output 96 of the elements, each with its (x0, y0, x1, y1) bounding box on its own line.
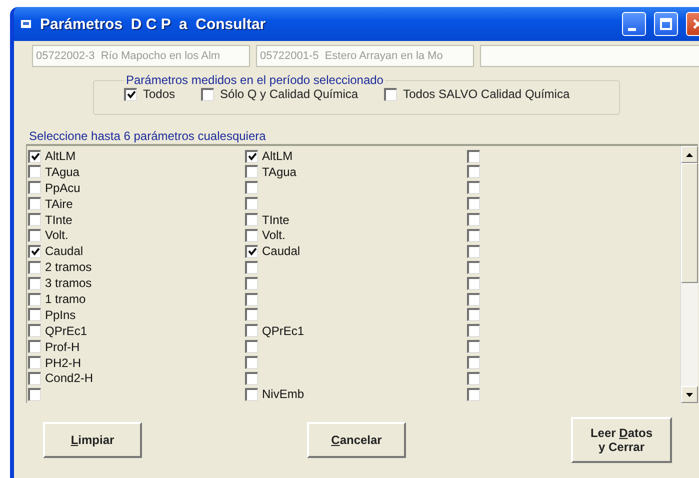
checkbox[interactable] (28, 356, 41, 370)
checkbox[interactable] (245, 165, 258, 178)
minimize-icon (628, 28, 636, 30)
parameter-label: TAgua (262, 164, 296, 179)
up-arrow-icon (686, 152, 693, 156)
checkbox[interactable] (467, 292, 480, 306)
parameter-label: TInte (45, 212, 72, 227)
parameter-label: QPrEc1 (262, 324, 304, 338)
checkbox[interactable] (28, 308, 41, 322)
checkbox[interactable] (467, 324, 480, 338)
parameter-label: NivEmb (262, 387, 304, 402)
checkbox[interactable] (467, 276, 480, 290)
checkbox[interactable] (245, 292, 258, 306)
parameter-label: 3 tramos (45, 276, 92, 290)
checkbox[interactable] (28, 276, 41, 290)
checkbox[interactable] (467, 372, 480, 385)
checkbox[interactable] (245, 213, 258, 226)
checkbox[interactable] (467, 181, 480, 194)
checkbox[interactable] (28, 197, 41, 210)
section-title: Seleccione hasta 6 parámetros cualesquiera (29, 129, 267, 143)
checkbox[interactable] (467, 228, 480, 242)
checkbox[interactable] (245, 260, 258, 274)
checkbox[interactable] (28, 340, 41, 354)
parameter-label: Caudal (262, 244, 300, 258)
checkbox[interactable] (245, 356, 258, 370)
checkbox[interactable] (28, 213, 41, 226)
down-arrow-icon (686, 392, 693, 396)
parameter-label: Cond2-H (45, 371, 94, 386)
checkbox[interactable] (28, 228, 41, 242)
check-icon (126, 90, 136, 99)
parameter-label: 1 tramo (45, 292, 86, 306)
checkbox[interactable] (245, 372, 258, 385)
check-icon (248, 247, 256, 256)
checkbox[interactable] (245, 276, 258, 290)
check-icon (248, 152, 256, 161)
checkbox[interactable] (28, 181, 41, 194)
scrollbar[interactable] (680, 146, 698, 403)
parameter-label: Volt. (262, 228, 286, 242)
check-icon (30, 152, 40, 161)
checkbox[interactable] (245, 324, 258, 338)
parameter-label: PpAcu (45, 180, 80, 195)
group-title: Parámetros medidos en el período seleccionado (125, 73, 384, 87)
checkbox[interactable] (28, 324, 41, 338)
option-label: Todos SALVO Calidad Química (403, 87, 570, 101)
parameter-label: Caudal (45, 244, 84, 258)
checkbox[interactable] (28, 244, 41, 258)
parameter-label: TInte (262, 212, 290, 227)
checkbox[interactable] (245, 228, 258, 242)
app-icon (20, 18, 32, 30)
checkbox[interactable] (124, 88, 137, 100)
checkbox[interactable] (28, 260, 41, 274)
dialog-button[interactable]: Limpiar (43, 422, 142, 458)
checkbox[interactable] (245, 197, 258, 210)
option-label: Todos (143, 87, 176, 101)
checkbox[interactable] (245, 244, 258, 258)
checkbox[interactable] (245, 150, 258, 162)
option-label: Sólo Q y Calidad Química (220, 87, 358, 101)
window-title: Parámetros D C P a Consultar (40, 16, 267, 32)
station-field[interactable] (480, 45, 699, 67)
checkbox[interactable] (467, 165, 480, 178)
checkbox[interactable] (245, 388, 258, 401)
checkbox[interactable] (467, 308, 480, 322)
checkbox[interactable] (28, 150, 41, 162)
parameter-label: Prof-H (45, 340, 80, 354)
dialog-button[interactable]: Leer Datos y Cerrar (571, 417, 672, 463)
checkbox[interactable] (467, 260, 480, 274)
check-icon (30, 247, 40, 256)
checkbox[interactable] (28, 372, 41, 385)
checkbox[interactable] (201, 88, 214, 100)
checkbox[interactable] (467, 340, 480, 354)
maximize-icon (660, 18, 672, 30)
checkbox[interactable] (467, 213, 480, 226)
parameter-label: AltLM (45, 149, 76, 163)
parameter-label: PpIns (45, 308, 76, 322)
checkbox[interactable] (467, 244, 480, 258)
parameter-label: TAgua (45, 164, 80, 179)
parameter-label: TAire (45, 196, 73, 211)
checkbox[interactable] (28, 165, 41, 178)
parameter-label: Volt. (45, 228, 68, 242)
checkbox[interactable] (384, 88, 398, 100)
checkbox[interactable] (245, 308, 258, 322)
checkbox[interactable] (467, 150, 480, 162)
checkbox[interactable] (28, 388, 41, 401)
parameter-label: AltLM (262, 149, 293, 163)
parameter-label: QPrEc1 (45, 324, 88, 338)
dialog-button[interactable]: Cancelar (307, 422, 406, 458)
checkbox[interactable] (245, 340, 258, 354)
checkbox[interactable] (28, 292, 41, 306)
checkbox[interactable] (467, 388, 480, 401)
checkbox[interactable] (467, 356, 480, 370)
maximize-button[interactable] (654, 12, 678, 36)
parameter-label: PH2-H (45, 356, 82, 370)
checkbox[interactable] (467, 197, 480, 210)
checkbox[interactable] (245, 181, 258, 194)
parameter-label: 2 tramos (45, 260, 92, 274)
minimize-button[interactable] (622, 12, 646, 36)
